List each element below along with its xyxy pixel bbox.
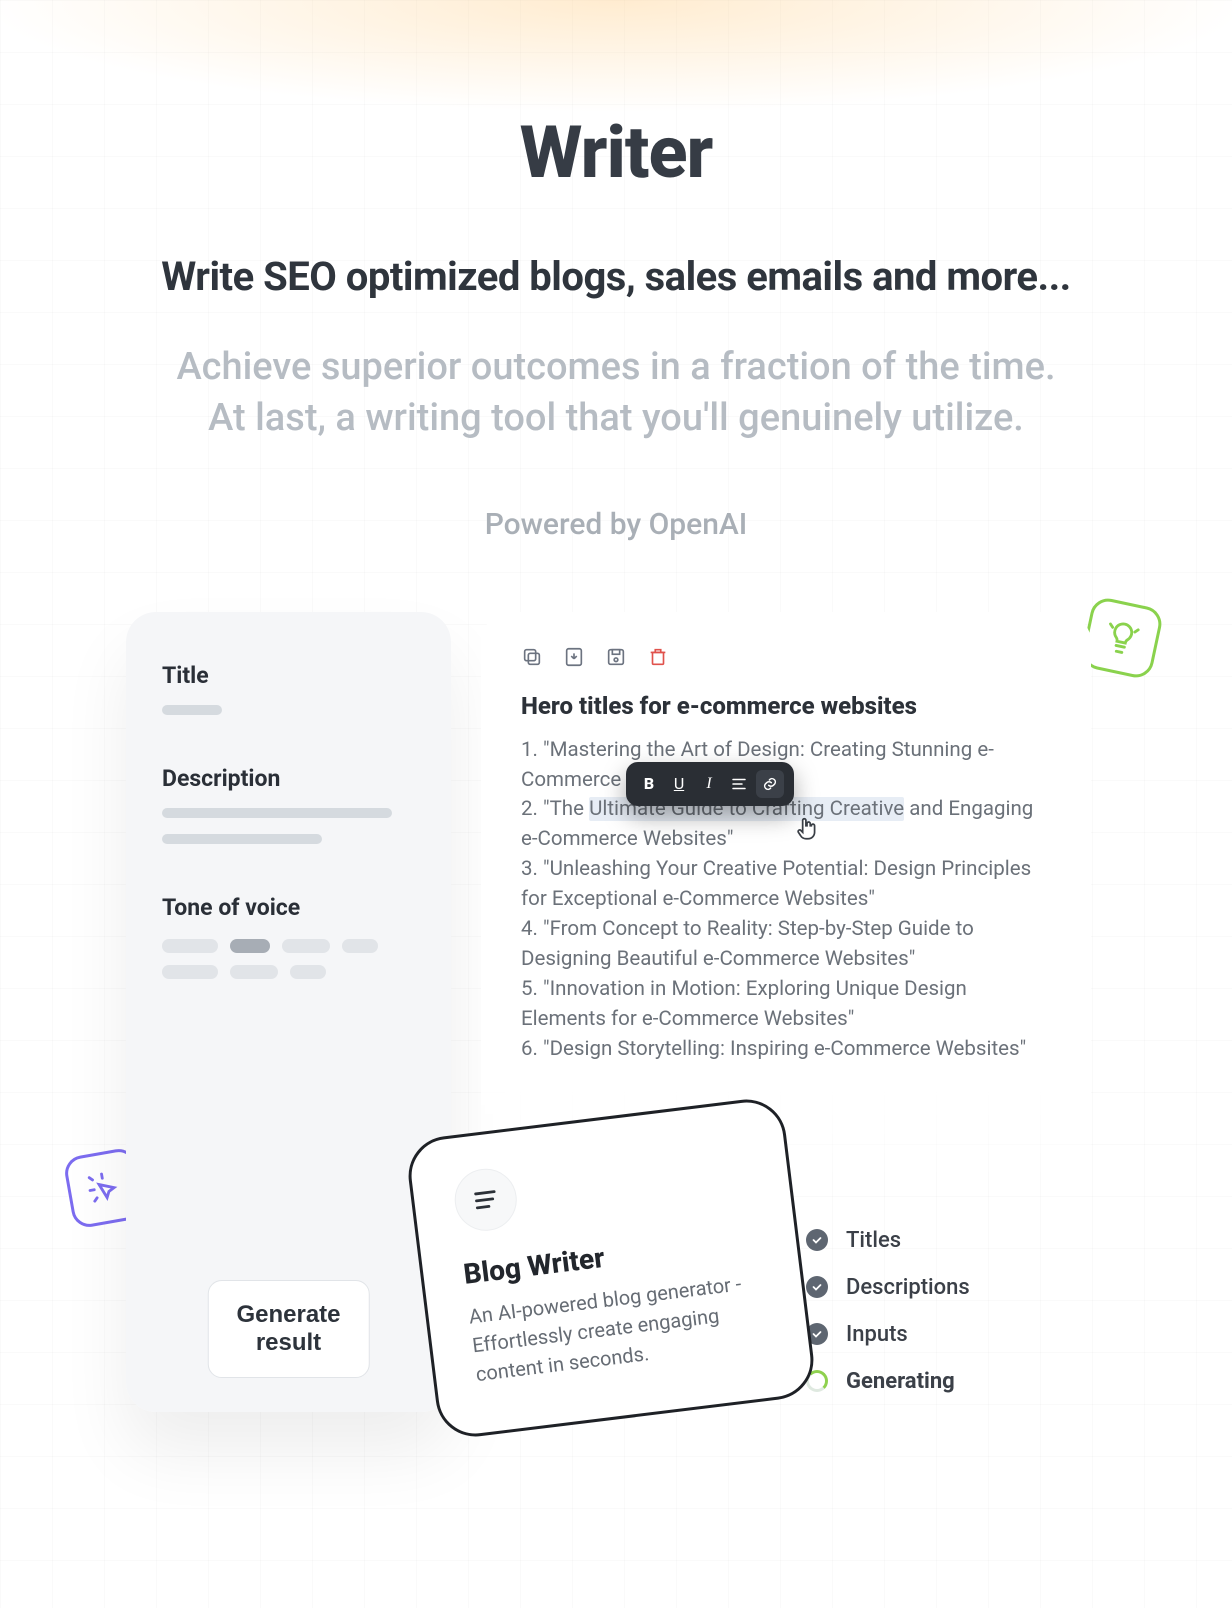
tone-option[interactable] [230,965,278,979]
tone-option-active[interactable] [230,939,270,953]
page-title: Writer [0,110,1232,195]
check-icon [806,1229,828,1251]
progress-label: Inputs [846,1322,908,1347]
progress-label: Descriptions [846,1275,970,1300]
format-toolbar: B U I [626,762,794,806]
tone-options[interactable] [162,939,415,979]
progress-label: Titles [846,1228,901,1253]
tone-option[interactable] [162,965,218,979]
download-icon[interactable] [563,646,585,668]
lightbulb-icon [1079,595,1164,680]
tool-card[interactable]: Blog Writer An AI-powered blog generator… [404,1095,818,1441]
generate-button[interactable]: Generate result [207,1280,370,1378]
progress-item-active: Generating [806,1369,1066,1394]
description-input-line2[interactable] [162,834,322,844]
input-panel: Title Description Tone of voice Generate… [126,612,451,1412]
pointer-cursor-icon [794,816,820,846]
output-heading: Hero titles for e-commerce websites [521,692,1051,720]
output-item: 5. "Innovation in Motion: Exploring Uniq… [521,977,967,1031]
copy-icon[interactable] [521,646,543,668]
italic-button[interactable]: I [696,771,722,797]
progress-label-active: Generating [846,1369,955,1394]
description-input-line1[interactable] [162,808,392,818]
align-icon[interactable] [726,771,752,797]
tone-label: Tone of voice [162,894,415,921]
progress-list: Titles Descriptions Inputs Generating [806,1228,1066,1416]
tone-option[interactable] [162,939,218,953]
tone-option[interactable] [282,939,330,953]
trash-icon[interactable] [647,646,669,668]
description-label: Description [162,765,415,792]
page-subtitle: Write SEO optimized blogs, sales emails … [0,253,1232,300]
save-icon[interactable] [605,646,627,668]
title-label: Title [162,662,415,689]
powered-by: Powered by OpenAI [0,507,1232,542]
underline-button[interactable]: U [666,771,692,797]
output-item: 6. "Design Storytelling: Inspiring e-Com… [521,1037,1026,1061]
output-panel: Hero titles for e-commerce websites 1. "… [481,612,1091,1192]
progress-item: Inputs [806,1322,1066,1347]
output-item: 4. "From Concept to Reality: Step-by-Ste… [521,917,974,971]
tagline-line-1: Achieve superior outcomes in a fraction … [0,342,1232,393]
bold-button[interactable]: B [636,771,662,797]
menu-icon [451,1165,520,1234]
progress-item: Titles [806,1228,1066,1253]
title-input-placeholder[interactable] [162,705,222,715]
tone-option[interactable] [342,939,378,953]
tone-option[interactable] [290,965,326,979]
tagline-line-2: At last, a writing tool that you'll genu… [0,393,1232,444]
output-item: 3. "Unleashing Your Creative Potential: … [521,857,1031,911]
progress-item: Descriptions [806,1275,1066,1300]
link-icon[interactable] [756,770,784,798]
check-icon [806,1276,828,1298]
